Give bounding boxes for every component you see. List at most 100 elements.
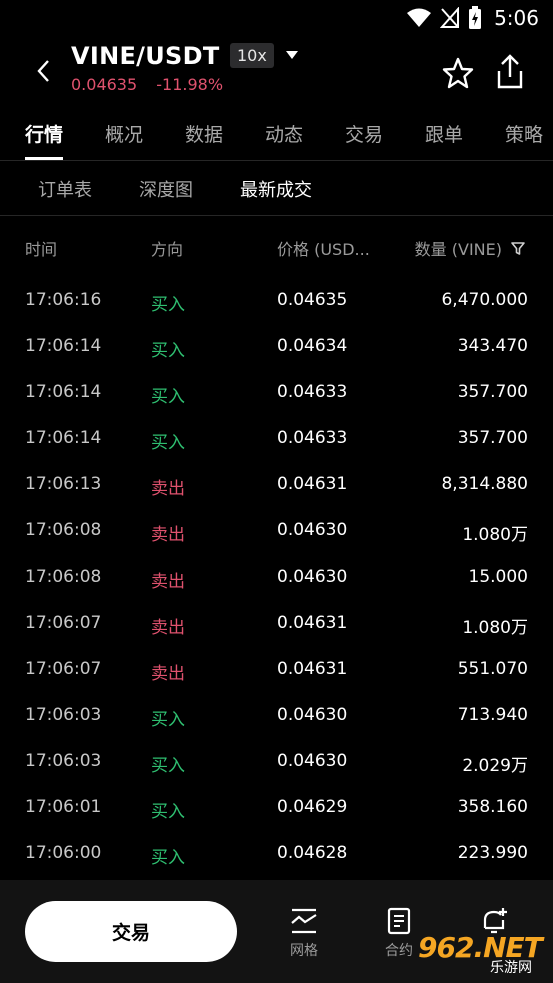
- tab-data[interactable]: 数据: [185, 112, 223, 160]
- trade-side: 买入: [151, 848, 185, 869]
- trade-side: 买入: [151, 433, 185, 454]
- trade-side: 买入: [151, 295, 185, 315]
- tab-market[interactable]: 行情: [25, 112, 64, 160]
- trade-price: 0.04635: [277, 290, 348, 310]
- trade-row: 17:06:03 买入 0.04630 713.940: [0, 693, 553, 739]
- trade-row: 17:06:08 卖出 0.04630 15.000: [0, 555, 553, 601]
- trade-button[interactable]: 交易: [25, 901, 237, 962]
- trade-row: 17:06:01 买入 0.04629 358.160: [0, 785, 553, 831]
- leverage-badge[interactable]: 10x: [230, 43, 274, 68]
- column-side: 方向: [151, 240, 184, 259]
- trade-time: 17:06:07: [25, 612, 102, 633]
- tab-news[interactable]: 动态: [265, 112, 303, 160]
- no-signal-icon: [440, 7, 460, 28]
- nav-grid[interactable]: 网格: [274, 906, 334, 960]
- subtab-order-book[interactable]: 订单表: [38, 176, 92, 202]
- trade-row: 17:06:03 买入 0.04630 2.029万: [0, 739, 553, 785]
- trade-time: 17:06:03: [25, 750, 102, 771]
- trade-quantity: 358.160: [457, 797, 528, 818]
- share-icon: [497, 54, 523, 89]
- trade-time: 17:06:14: [25, 428, 102, 449]
- trade-price: 0.04630: [277, 750, 348, 771]
- trade-quantity: 6,470.000: [441, 290, 528, 310]
- status-bar: 5:06: [0, 0, 553, 38]
- trade-side: 买入: [151, 755, 185, 776]
- trade-time: 17:06:00: [25, 843, 102, 864]
- trade-row: 17:06:00 买入 0.04628 223.990: [0, 831, 553, 877]
- trade-price: 0.04631: [277, 474, 348, 495]
- tab-strategy[interactable]: 策略: [505, 112, 543, 160]
- trade-side: 卖出: [151, 617, 185, 638]
- trade-price: 0.04630: [277, 520, 348, 541]
- main-tabs: 行情 概况 数据 动态 交易 跟单 策略: [0, 112, 553, 160]
- trade-quantity: 1.080万: [462, 525, 528, 546]
- trade-time: 17:06:08: [25, 520, 102, 541]
- trade-side: 买入: [151, 802, 185, 823]
- nav-grid-label: 网格: [290, 943, 318, 959]
- trade-side: 卖出: [151, 663, 185, 684]
- back-arrow-icon: [37, 60, 49, 82]
- last-price: 0.04635: [71, 75, 138, 94]
- trade-price: 0.04633: [277, 382, 348, 403]
- column-time: 时间: [25, 240, 58, 259]
- share-button[interactable]: [492, 53, 528, 91]
- trade-time: 17:06:01: [25, 797, 102, 818]
- watermark: 962.NET 乐游网: [418, 931, 548, 979]
- trade-row: 17:06:14 买入 0.04633 357.700: [0, 370, 553, 416]
- subtab-depth-chart[interactable]: 深度图: [139, 176, 193, 202]
- trade-row: 17:06:07 卖出 0.04631 551.070: [0, 647, 553, 693]
- trade-side: 卖出: [151, 571, 185, 592]
- trade-side: 买入: [151, 387, 185, 408]
- trade-price: 0.04628: [277, 843, 348, 864]
- trade-quantity: 223.990: [457, 843, 528, 864]
- battery-charging-icon: [469, 6, 482, 29]
- tab-trade[interactable]: 交易: [345, 112, 383, 160]
- trade-row: 17:06:14 买入 0.04634 343.470: [0, 324, 553, 370]
- trade-time: 17:06:07: [25, 658, 102, 679]
- price-change: -11.98%: [156, 75, 224, 94]
- subtab-latest-trades[interactable]: 最新成交: [240, 176, 312, 202]
- trade-quantity: 8,314.880: [441, 474, 528, 495]
- trade-time: 17:06:13: [25, 474, 102, 495]
- trade-side: 买入: [151, 709, 185, 730]
- status-icons: 5:06: [406, 6, 539, 30]
- trade-price: 0.04634: [277, 336, 348, 357]
- trade-time: 17:06:14: [25, 336, 102, 357]
- trade-time: 17:06:14: [25, 382, 102, 403]
- trade-time: 17:06:03: [25, 704, 102, 725]
- trade-quantity: 357.700: [457, 428, 528, 449]
- trade-price: 0.04631: [277, 612, 348, 633]
- trade-quantity: 713.940: [457, 704, 528, 725]
- trade-quantity: 1.080万: [462, 617, 528, 638]
- sub-tabs: 订单表 深度图 最新成交: [0, 161, 553, 215]
- chevron-down-icon[interactable]: [284, 48, 300, 62]
- trade-quantity: 343.470: [457, 336, 528, 357]
- status-time: 5:06: [494, 6, 539, 30]
- tab-copy-trade[interactable]: 跟单: [425, 112, 463, 160]
- pair-title[interactable]: VINE/USDT: [71, 42, 220, 70]
- trade-side: 卖出: [151, 525, 185, 546]
- trade-row: 17:06:07 卖出 0.04631 1.080万: [0, 601, 553, 647]
- column-quantity[interactable]: 数量 (VINE): [415, 236, 502, 260]
- back-button[interactable]: [28, 56, 58, 86]
- grid-chart-icon: [291, 908, 317, 934]
- trade-side: 卖出: [151, 479, 185, 500]
- trade-price: 0.04629: [277, 797, 348, 818]
- trades-list: 17:06:16 买入 0.04635 6,470.000 17:06:14 买入 0.04…: [0, 278, 553, 877]
- trade-row: 17:06:13 卖出 0.04631 8,314.880: [0, 462, 553, 508]
- price-line: 0.04635 -11.98%: [71, 75, 237, 94]
- trade-quantity: 551.070: [457, 658, 528, 679]
- trade-quantity: 357.700: [457, 382, 528, 403]
- star-icon: [442, 57, 474, 89]
- trade-price: 0.04633: [277, 428, 348, 449]
- trade-row: 17:06:16 买入 0.04635 6,470.000: [0, 278, 553, 324]
- favorite-button[interactable]: [440, 55, 476, 91]
- tab-overview[interactable]: 概况: [105, 112, 143, 160]
- trade-price: 0.04631: [277, 658, 348, 679]
- header: VINE/USDT 10x 0.04635 -11.98%: [0, 38, 553, 108]
- trade-quantity: 2.029万: [462, 755, 528, 776]
- trade-time: 17:06:16: [25, 290, 102, 310]
- filter-icon[interactable]: [510, 240, 526, 256]
- trade-quantity: 15.000: [468, 566, 528, 587]
- wifi-icon: [407, 8, 432, 27]
